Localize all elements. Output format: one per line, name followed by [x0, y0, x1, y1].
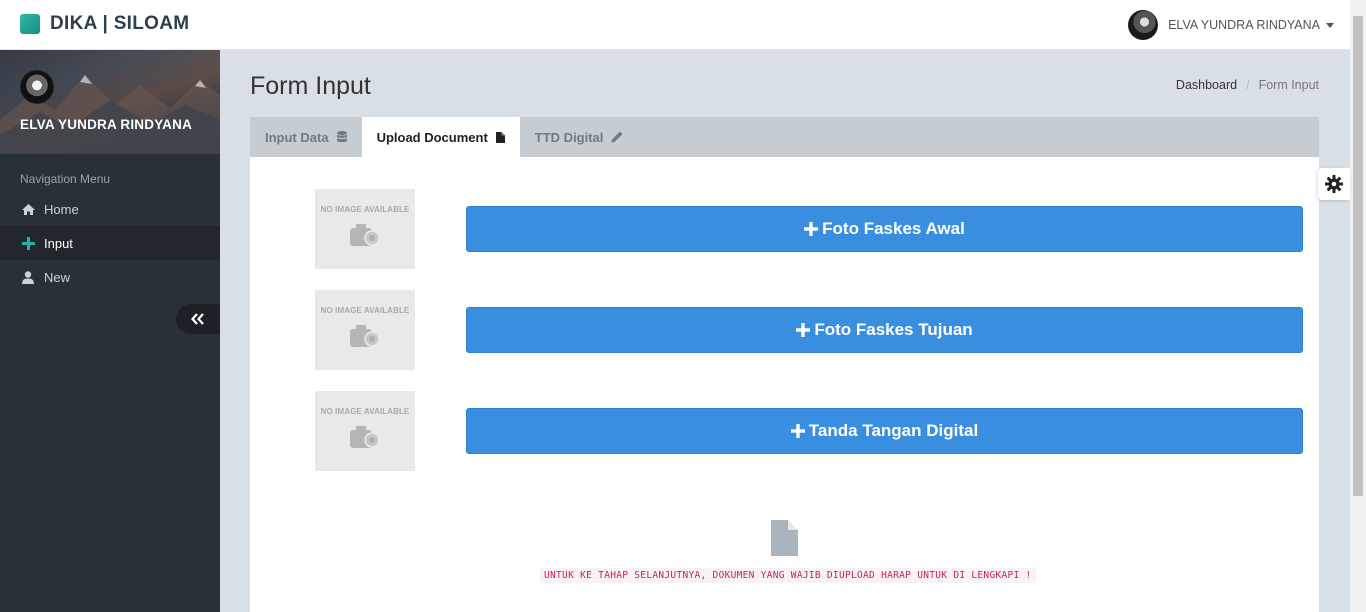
tab-ttd-digital[interactable]: TTD Digital	[520, 117, 639, 157]
no-image-label: NO IMAGE AVAILABLE	[320, 205, 410, 214]
image-preview: NO IMAGE AVAILABLE	[315, 189, 415, 269]
sidebar-item-label: Input	[44, 235, 73, 251]
no-image-label: NO IMAGE AVAILABLE	[320, 407, 410, 416]
upload-tanda-tangan-digital-button[interactable]: Tanda Tangan Digital	[466, 408, 1303, 454]
document-icon	[771, 520, 798, 556]
caret-down-icon	[1326, 22, 1334, 28]
profile-avatar	[20, 70, 54, 104]
page-scrollbar[interactable]	[1350, 0, 1366, 612]
upload-required-notice: UNTUK KE TAHAP SELANJUTNYA, DOKUMEN YANG…	[540, 568, 1036, 583]
no-image-label: NO IMAGE AVAILABLE	[320, 306, 410, 315]
home-icon	[20, 203, 36, 216]
sidebar-item-home[interactable]: Home	[0, 192, 220, 226]
tab-label: Input Data	[265, 129, 329, 145]
plus-icon	[804, 222, 819, 236]
gear-icon	[1325, 175, 1343, 193]
double-chevron-left-icon	[191, 313, 204, 325]
camera-icon	[350, 325, 380, 347]
tab-label: TTD Digital	[534, 129, 604, 145]
page-title: Form Input	[250, 72, 371, 100]
camera-icon	[350, 224, 380, 246]
breadcrumb-dashboard[interactable]: Dashboard	[1176, 78, 1237, 92]
upload-foto-faskes-tujuan-button[interactable]: Foto Faskes Tujuan	[466, 307, 1303, 353]
tab-input-data[interactable]: Input Data	[250, 117, 362, 157]
sidebar-item-input[interactable]: Input	[0, 226, 220, 260]
breadcrumb-separator: /	[1246, 78, 1250, 92]
sidebar-profile: ELVA YUNDRA RINDYANA	[0, 50, 220, 154]
upload-foto-faskes-awal-button[interactable]: Foto Faskes Awal	[466, 206, 1303, 252]
database-icon	[336, 131, 347, 143]
sidebar-item-label: Home	[44, 201, 79, 217]
tab-bar: Input Data Upload Document TTD Digital	[250, 117, 1319, 157]
camera-icon	[350, 426, 380, 448]
brand[interactable]: DIKA | SILOAM	[20, 13, 189, 35]
sidebar-item-new[interactable]: New	[0, 260, 220, 294]
plus-icon	[796, 323, 811, 337]
sidebar: ELVA YUNDRA RINDYANA Navigation Menu Hom…	[0, 50, 220, 612]
breadcrumb-current: Form Input	[1258, 78, 1319, 92]
settings-toggle-button[interactable]	[1318, 168, 1350, 200]
upload-button-label: Tanda Tangan Digital	[808, 421, 979, 440]
breadcrumb: Dashboard / Form Input	[1176, 78, 1319, 92]
user-icon	[20, 270, 36, 284]
brand-logo-icon	[20, 14, 40, 34]
tab-label: Upload Document	[376, 129, 488, 145]
image-preview: NO IMAGE AVAILABLE	[315, 391, 415, 471]
scrollbar-thumb[interactable]	[1353, 16, 1363, 496]
top-header: DIKA | SILOAM ELVA YUNDRA RINDYANA	[0, 0, 1350, 50]
profile-name: ELVA YUNDRA RINDYANA	[20, 117, 193, 132]
pencil-icon	[611, 131, 623, 143]
plus-icon	[20, 236, 36, 250]
nav-header: Navigation Menu	[20, 172, 111, 186]
upload-button-label: Foto Faskes Awal	[822, 219, 965, 238]
tab-upload-document[interactable]: Upload Document	[361, 117, 520, 157]
sidebar-item-label: New	[44, 269, 71, 285]
avatar	[1128, 10, 1159, 40]
upload-button-label: Foto Faskes Tujuan	[814, 320, 973, 339]
user-menu-name: ELVA YUNDRA RINDYANA	[1168, 18, 1320, 32]
image-preview: NO IMAGE AVAILABLE	[315, 290, 415, 370]
plus-icon	[790, 424, 805, 438]
user-menu[interactable]: ELVA YUNDRA RINDYANA	[1128, 10, 1334, 40]
file-icon	[495, 131, 505, 143]
sidebar-collapse-button[interactable]	[176, 304, 220, 334]
brand-name: DIKA | SILOAM	[50, 13, 190, 34]
